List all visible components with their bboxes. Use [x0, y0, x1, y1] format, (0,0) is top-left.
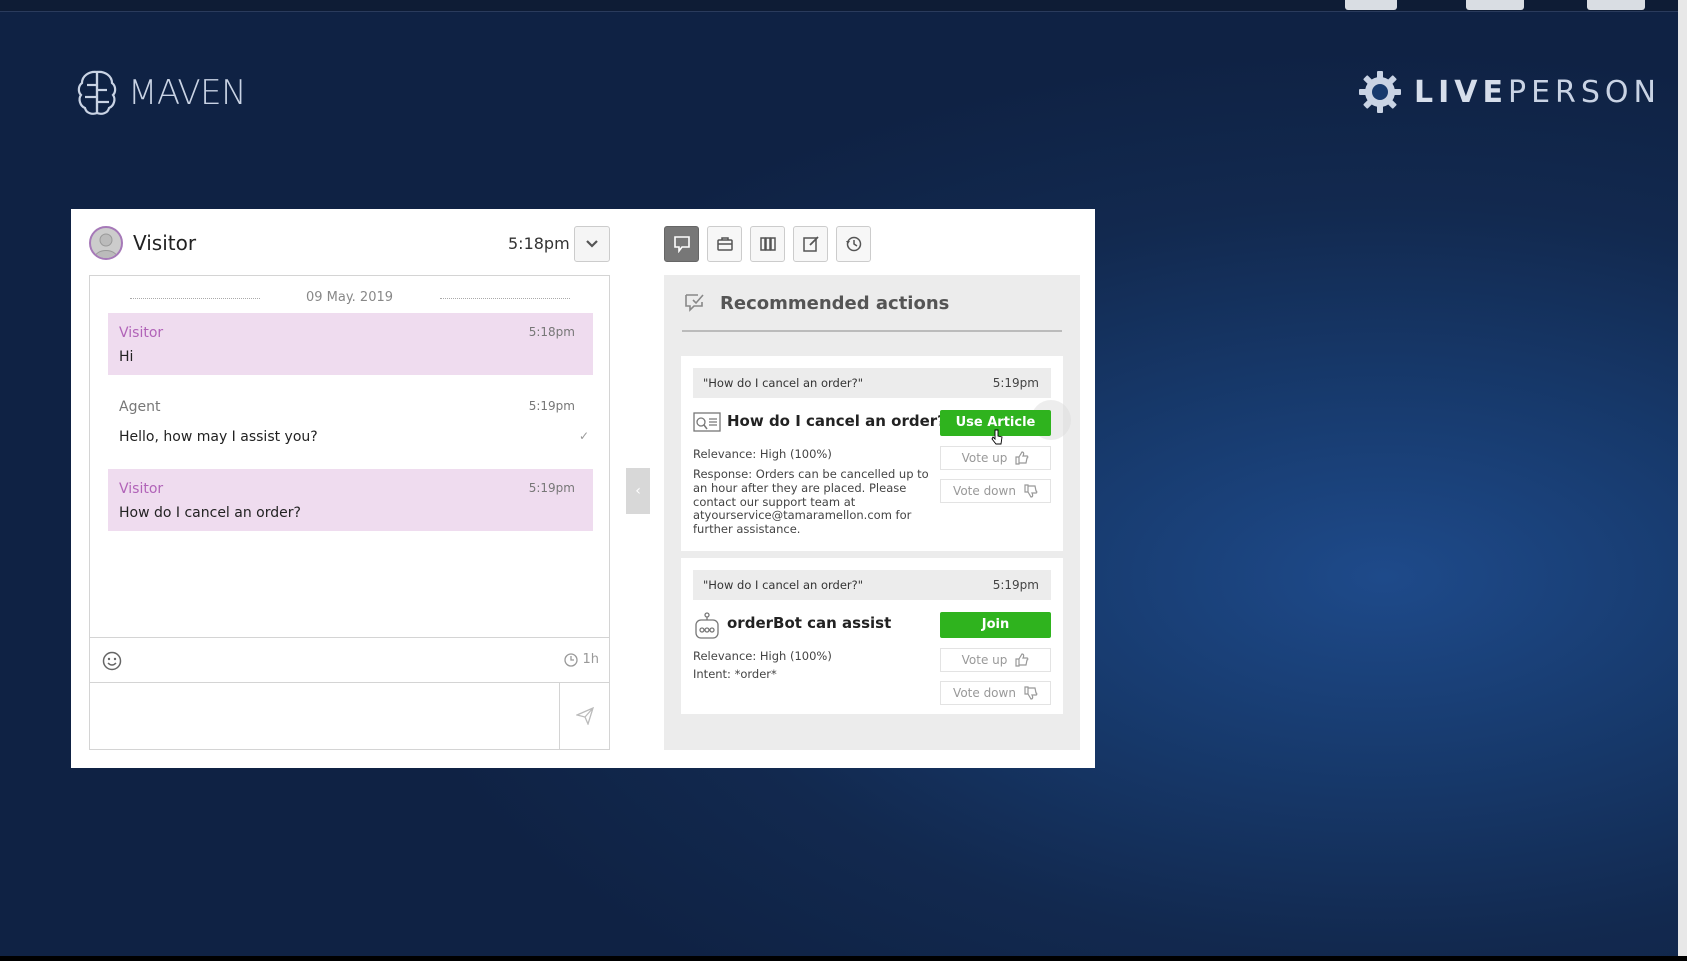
article-response: Response: Orders can be cancelled up to …: [693, 467, 929, 537]
os-top-bar: [0, 0, 1687, 12]
tab-library[interactable]: [750, 226, 785, 262]
chat-bubble-icon: [673, 236, 690, 253]
edit-icon: [802, 236, 819, 252]
chat-transcript: 09 May. 2019 Visitor 5:18pm Hi Agent 5:1…: [89, 275, 610, 750]
gear-icon: [1359, 71, 1401, 113]
books-icon: [759, 237, 776, 251]
bot-icon: [695, 612, 719, 639]
vote-up-button[interactable]: Vote up: [940, 648, 1051, 672]
widget-tabs: [664, 226, 871, 262]
read-check-icon: ✓: [578, 429, 589, 443]
date-divider: [440, 298, 570, 299]
message-sender: Agent: [119, 399, 161, 415]
timer-value: 1h: [582, 652, 599, 667]
query-time: 5:19pm: [992, 376, 1039, 390]
composer-toolbar: 1h: [90, 637, 609, 683]
response-timer: 1h: [564, 652, 599, 667]
message-time: 5:18pm: [528, 325, 575, 339]
screen-edge: [1678, 0, 1687, 961]
query-text: "How do I cancel an order?": [703, 578, 864, 592]
tab-briefcase[interactable]: [707, 226, 742, 262]
vote-down-button[interactable]: Vote down: [940, 681, 1051, 705]
liveperson-bold: LIVE: [1414, 74, 1508, 110]
message-text: Hi: [119, 349, 134, 365]
query-time: 5:19pm: [992, 578, 1039, 592]
message-visitor: Visitor 5:18pm Hi: [108, 313, 593, 375]
message-time: 5:19pm: [528, 399, 575, 413]
message-input[interactable]: [90, 683, 559, 749]
vote-up-label: Vote up: [961, 653, 1008, 667]
tab-recommended-actions[interactable]: [664, 226, 699, 262]
clock-icon: [564, 652, 579, 667]
collapse-panel-button[interactable]: ‹: [626, 468, 650, 514]
conversation-time: 5:18pm: [508, 234, 570, 253]
message-sender: Visitor: [119, 481, 164, 497]
message-text: Hello, how may I assist you?: [119, 429, 318, 445]
history-icon: [845, 236, 861, 252]
liveperson-wordmark: LIVEPERSON: [1414, 75, 1661, 110]
message-sender: Visitor: [119, 325, 164, 341]
recommendation-card: "How do I cancel an order?" 5:19pm How d…: [681, 356, 1071, 551]
vote-down-button[interactable]: Vote down: [940, 479, 1051, 503]
tab-notes[interactable]: [793, 226, 828, 262]
bot-title: orderBot can assist: [727, 614, 892, 632]
thumbs-up-icon: [1015, 653, 1029, 667]
maven-wordmark: MAVEN: [128, 73, 247, 113]
recommend-icon: [685, 294, 704, 312]
vote-down-label: Vote down: [953, 484, 1016, 498]
tab-history[interactable]: [836, 226, 871, 262]
title-divider: [682, 330, 1062, 332]
message-visitor: Visitor 5:19pm How do I cancel an order?: [108, 469, 593, 531]
agent-workspace-panel: Visitor 5:18pm 09 May. 2019 Visitor 5:18…: [71, 209, 1095, 768]
conversation-menu-button[interactable]: [574, 226, 610, 262]
liveperson-light: PERSON: [1508, 74, 1661, 110]
brain-icon: [77, 70, 117, 115]
join-button[interactable]: Join: [940, 612, 1051, 638]
vote-down-label: Vote down: [953, 686, 1016, 700]
top-tab[interactable]: [1345, 0, 1397, 10]
send-icon: [575, 707, 594, 725]
recommended-actions-widget: Recommended actions "How do I cancel an …: [664, 275, 1080, 750]
article-title: How do I cancel an order?: [727, 412, 946, 430]
avatar: [89, 226, 123, 260]
user-icon: [94, 233, 118, 258]
chevron-left-icon: ‹: [635, 483, 641, 499]
query-text: "How do I cancel an order?": [703, 376, 864, 390]
top-tab[interactable]: [1587, 0, 1645, 10]
vote-up-button[interactable]: Vote up: [940, 446, 1051, 470]
emoji-icon[interactable]: [102, 651, 122, 671]
send-button[interactable]: [559, 683, 609, 749]
recommendation-card: "How do I cancel an order?" 5:19pm order…: [681, 558, 1063, 714]
thumbs-down-icon: [1024, 686, 1038, 700]
trigger-query: "How do I cancel an order?" 5:19pm: [693, 368, 1051, 398]
intent: Intent: *order*: [693, 667, 777, 681]
visitor-name: Visitor: [133, 231, 197, 255]
relevance: Relevance: High (100%): [693, 447, 832, 461]
message-agent: Agent 5:19pm Hello, how may I assist you…: [108, 387, 593, 449]
message-time: 5:19pm: [528, 481, 575, 495]
top-tab[interactable]: [1466, 0, 1524, 10]
vote-up-label: Vote up: [961, 451, 1008, 465]
os-bottom-bar: [0, 956, 1687, 961]
briefcase-icon: [716, 237, 733, 251]
liveperson-logo: LIVEPERSON: [1358, 70, 1661, 114]
hand-cursor-icon: [991, 429, 1003, 445]
thumbs-down-icon: [1024, 484, 1038, 498]
thumbs-up-icon: [1015, 451, 1029, 465]
message-text: How do I cancel an order?: [119, 505, 301, 521]
relevance: Relevance: High (100%): [693, 649, 832, 663]
trigger-query: "How do I cancel an order?" 5:19pm: [693, 570, 1051, 600]
chevron-down-icon: [586, 240, 598, 248]
article-search-icon: [693, 412, 721, 432]
maven-logo: MAVEN: [76, 68, 247, 118]
recommended-actions-title: Recommended actions: [720, 293, 950, 314]
